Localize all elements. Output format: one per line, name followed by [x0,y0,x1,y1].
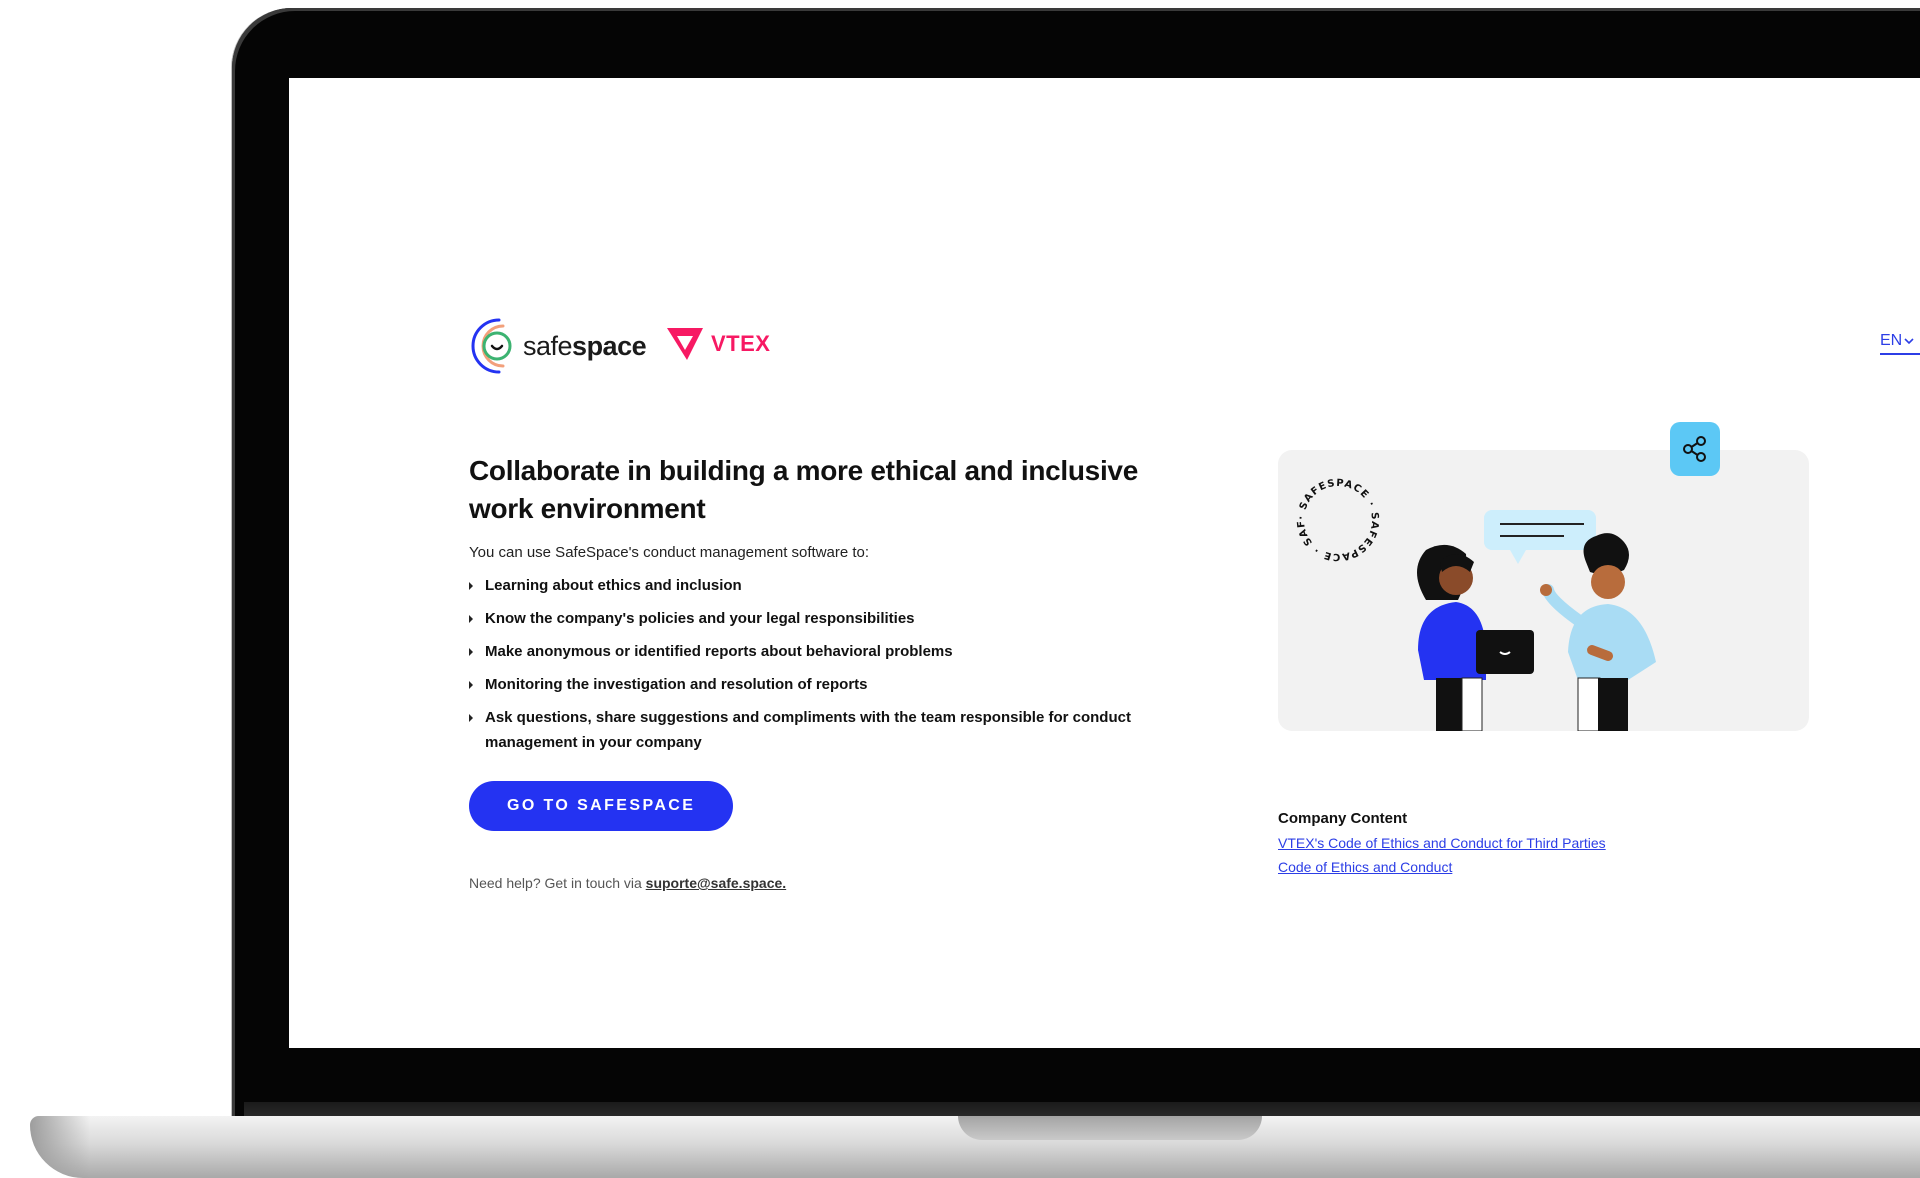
third-parties-code-link[interactable]: VTEX's Code of Ethics and Conduct for Th… [1278,835,1778,851]
laptop-screen: safespace VTEX EN Collaborate in buildin… [289,78,1920,1048]
language-label: EN [1880,332,1903,349]
feature-item: Ask questions, share suggestions and com… [469,705,1209,755]
language-select[interactable]: EN [1880,332,1920,355]
code-of-ethics-link[interactable]: Code of Ethics and Conduct [1278,859,1778,875]
feature-item: Monitoring the investigation and resolut… [469,672,1209,697]
share-button[interactable] [1670,422,1720,476]
vtex-wordmark: VTEX [711,331,771,356]
vtex-logo-icon [667,328,703,360]
main-content: Collaborate in building a more ethical a… [469,452,1209,891]
company-content: Company Content VTEX's Code of Ethics an… [1278,810,1778,883]
safespace-logo[interactable]: safespace [469,316,647,376]
chevron-down-icon [1904,338,1914,345]
page-header: safespace VTEX EN [469,316,1920,382]
help-text: Need help? Get in touch via suporte@safe… [469,875,1209,891]
company-content-title: Company Content [1278,810,1408,827]
vtex-logo[interactable]: VTEX [665,326,770,362]
support-email-link[interactable]: suporte@safe.space. [646,875,787,891]
feature-item: Make anonymous or identified reports abo… [469,639,1209,664]
intro-text: You can use SafeSpace's conduct manageme… [469,544,870,561]
safespace-logo-icon [471,318,512,374]
people-illustration: · SAFESPACE · SAFESPACE · SAFESPACE [1274,442,1656,732]
page-title: Collaborate in building a more ethical a… [469,455,1138,524]
illustration-card: · SAFESPACE · SAFESPACE · SAFESPACE [1274,422,1809,732]
feature-item: Know the company's policies and your leg… [469,606,1209,631]
help-prefix: Need help? Get in touch via [469,875,642,891]
safespace-wordmark: safespace [523,330,647,361]
laptop-notch [958,1116,1262,1140]
feature-list: Learning about ethics and inclusion Know… [469,573,1209,755]
share-icon [1683,436,1706,462]
safespace-badge: · SAFESPACE · SAFESPACE · SAFESPACE [1278,450,1380,562]
feature-item: Learning about ethics and inclusion [469,573,1209,598]
go-to-safespace-button[interactable]: GO TO SAFESPACE [469,781,734,831]
